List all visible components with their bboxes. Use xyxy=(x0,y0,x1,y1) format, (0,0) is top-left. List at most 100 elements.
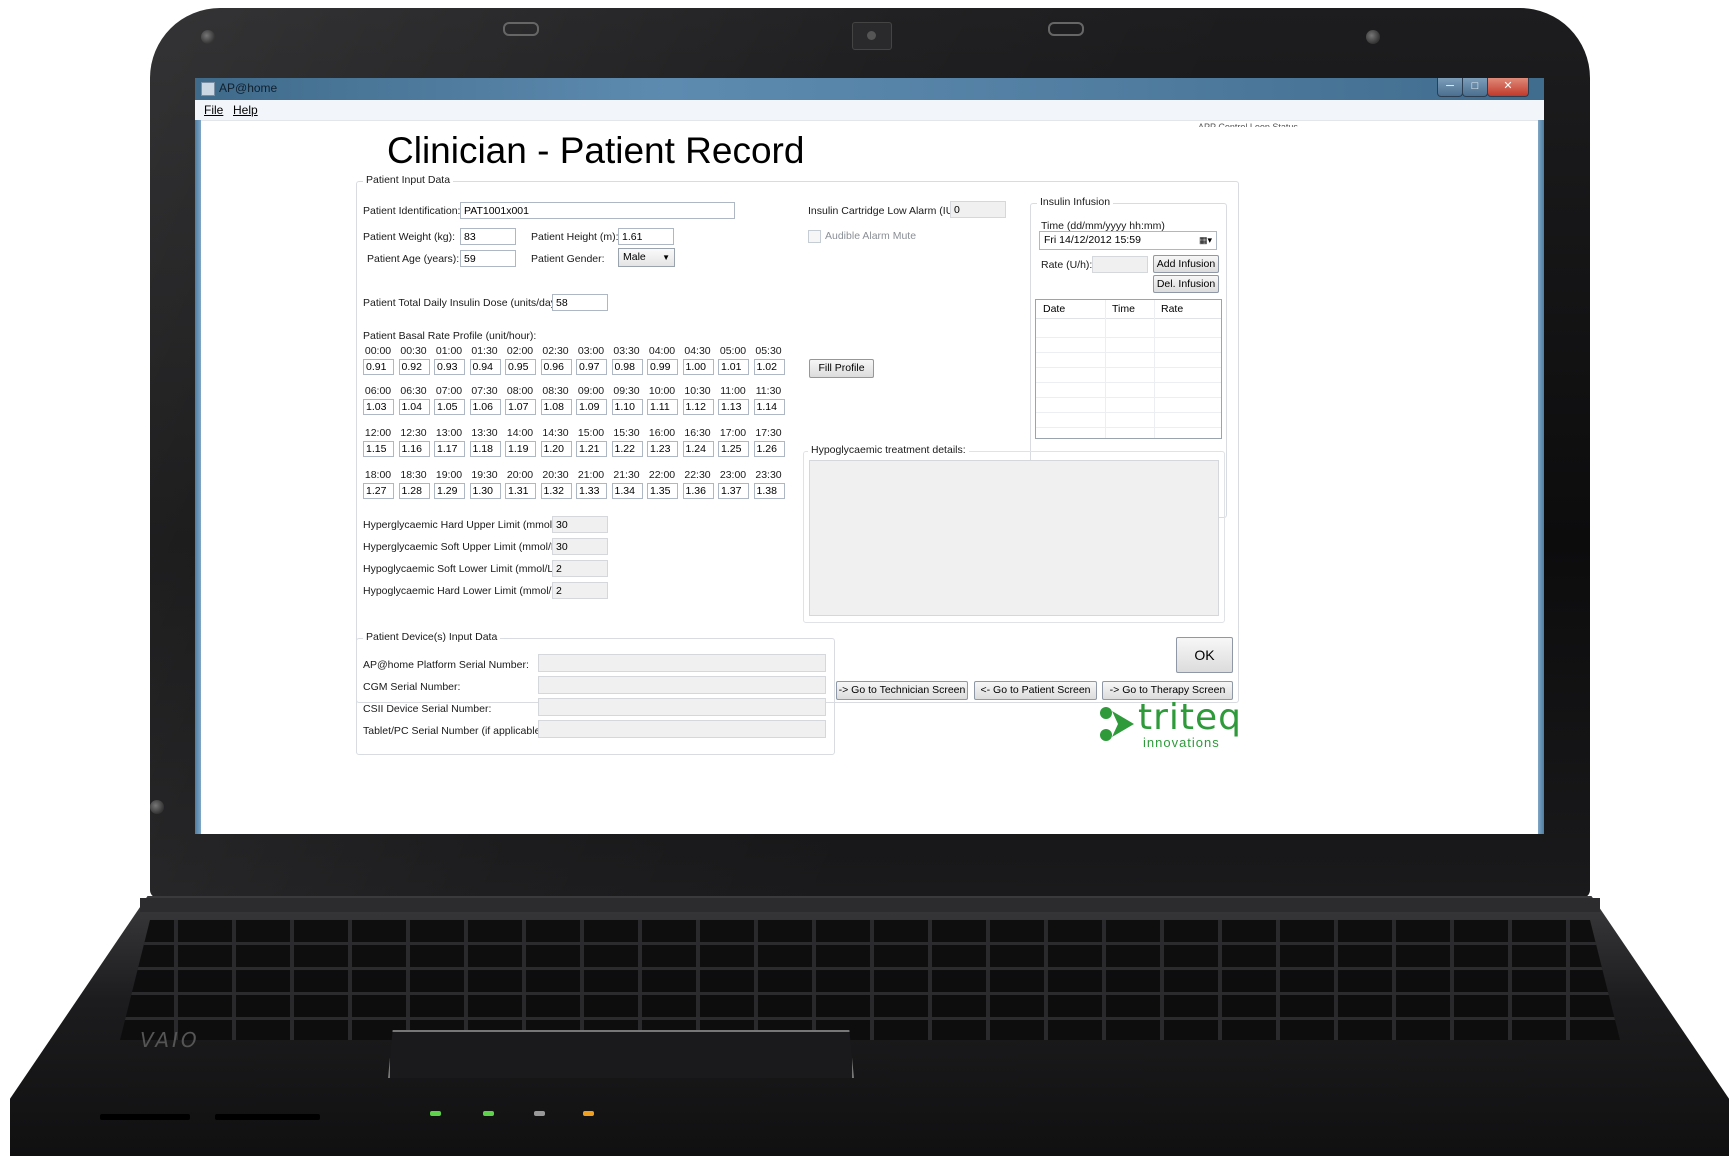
basal-rate-field[interactable]: 1.03 xyxy=(363,399,394,415)
basal-time-label: 21:00 xyxy=(577,469,605,481)
basal-rate-field[interactable]: 1.15 xyxy=(363,441,394,457)
basal-rate-field[interactable]: 1.28 xyxy=(398,483,430,499)
basal-rate-field[interactable]: 1.22 xyxy=(611,441,643,457)
basal-rate-field[interactable]: 1.06 xyxy=(469,399,501,415)
basal-rate-field[interactable]: 0.97 xyxy=(576,359,607,375)
basal-rate-field[interactable]: 1.35 xyxy=(647,483,678,499)
basal-rate-field[interactable]: 1.33 xyxy=(576,483,607,499)
basal-time-label: 06:30 xyxy=(400,385,427,397)
age-label: Patient Age (years): xyxy=(367,253,460,265)
basal-rate-field[interactable]: 1.16 xyxy=(398,441,430,457)
basal-rate-field[interactable]: 1.01 xyxy=(718,359,749,375)
column-rate: Rate xyxy=(1161,303,1184,315)
hypo-soft-field[interactable]: 2 xyxy=(552,560,608,577)
delete-infusion-button[interactable]: Del. Infusion xyxy=(1153,275,1219,293)
basal-rate-field[interactable]: 1.19 xyxy=(505,441,536,457)
basal-rate-field[interactable]: 0.91 xyxy=(363,359,394,375)
basal-rate-field[interactable]: 1.18 xyxy=(469,441,501,457)
basal-rate-field[interactable]: 1.09 xyxy=(576,399,607,415)
basal-time-label: 07:30 xyxy=(471,385,498,397)
basal-time-label: 03:30 xyxy=(613,345,640,357)
basal-rate-field[interactable]: 1.11 xyxy=(647,399,678,415)
patient-id-field[interactable]: PAT1001x001 xyxy=(460,202,735,219)
group-title: Patient Input Data xyxy=(363,174,454,186)
basal-rate-field[interactable]: 0.93 xyxy=(434,359,465,375)
basal-rate-field[interactable]: 1.26 xyxy=(753,441,785,457)
basal-rate-field[interactable]: 1.30 xyxy=(469,483,501,499)
basal-rate-field[interactable]: 1.38 xyxy=(753,483,785,499)
platform-serial-field[interactable] xyxy=(538,654,826,672)
platform-serial-label: AP@home Platform Serial Number: xyxy=(363,659,529,671)
calendar-icon: ▦▾ xyxy=(1198,235,1212,245)
app-window: AP@home ─ □ ✕ File Help APP Control Loop… xyxy=(195,78,1544,834)
basal-time-label: 10:00 xyxy=(648,385,676,397)
basal-rate-field[interactable]: 1.20 xyxy=(540,441,572,457)
basal-rate-field[interactable]: 1.14 xyxy=(753,399,785,415)
alarm-mute-checkbox[interactable] xyxy=(808,230,821,243)
gender-select[interactable]: Male ▼ xyxy=(618,248,675,267)
tablet-serial-field[interactable] xyxy=(538,720,826,738)
hypo-hard-field[interactable]: 2 xyxy=(552,582,608,599)
basal-rate-field[interactable]: 1.02 xyxy=(753,359,785,375)
hyper-soft-field[interactable]: 30 xyxy=(552,538,608,555)
hyper-hard-field[interactable]: 30 xyxy=(552,516,608,533)
infusion-table[interactable]: Date Time Rate xyxy=(1035,299,1222,439)
basal-rate-field[interactable]: 1.12 xyxy=(682,399,714,415)
go-to-patient-button[interactable]: <- Go to Patient Screen xyxy=(974,681,1097,700)
basal-rate-field[interactable]: 1.34 xyxy=(611,483,643,499)
basal-rate-field[interactable]: 1.32 xyxy=(540,483,572,499)
basal-rate-field[interactable]: 1.36 xyxy=(682,483,714,499)
hypo-treatment-textarea[interactable] xyxy=(809,460,1219,616)
basal-rate-field[interactable]: 1.23 xyxy=(647,441,678,457)
basal-rate-field[interactable]: 1.08 xyxy=(540,399,572,415)
basal-rate-field[interactable]: 1.25 xyxy=(718,441,749,457)
cgm-serial-field[interactable] xyxy=(538,676,826,694)
csii-serial-field[interactable] xyxy=(538,698,826,716)
basal-rate-field[interactable]: 0.98 xyxy=(611,359,643,375)
basal-rate-field[interactable]: 1.13 xyxy=(718,399,749,415)
basal-time-label: 05:30 xyxy=(755,345,782,357)
add-infusion-button[interactable]: Add Infusion xyxy=(1153,255,1219,273)
basal-rate-field[interactable]: 1.07 xyxy=(505,399,536,415)
weight-field[interactable]: 83 xyxy=(460,228,516,245)
basal-time-label: 00:30 xyxy=(400,345,427,357)
infusion-rate-field[interactable] xyxy=(1092,256,1148,273)
basal-rate-field[interactable]: 1.21 xyxy=(576,441,607,457)
basal-rate-field[interactable]: 1.27 xyxy=(363,483,394,499)
ok-button[interactable]: OK xyxy=(1176,637,1233,673)
basal-time-label: 15:00 xyxy=(577,427,605,439)
table-header: Date Time Rate xyxy=(1036,300,1221,319)
basal-rate-field[interactable]: 0.94 xyxy=(469,359,501,375)
fill-profile-button[interactable]: Fill Profile xyxy=(809,359,874,378)
basal-rate-field[interactable]: 0.96 xyxy=(540,359,572,375)
basal-rate-field[interactable]: 1.29 xyxy=(434,483,465,499)
go-to-technician-button[interactable]: -> Go to Technician Screen xyxy=(836,681,968,700)
basal-time-label: 08:30 xyxy=(542,385,569,397)
bezel-screw xyxy=(1366,30,1380,44)
basal-time-label: 21:30 xyxy=(613,469,640,481)
bezel-screw xyxy=(150,800,164,814)
infusion-time-picker[interactable]: Fri 14/12/2012 15:59 ▦▾ xyxy=(1039,231,1217,250)
weight-label: Patient Weight (kg): xyxy=(363,231,456,243)
basal-rate-field[interactable]: 1.24 xyxy=(682,441,714,457)
basal-time-label: 03:00 xyxy=(577,345,605,357)
basal-time-label: 09:30 xyxy=(613,385,640,397)
basal-time-label: 12:30 xyxy=(400,427,427,439)
basal-rate-field[interactable]: 0.99 xyxy=(647,359,678,375)
basal-rate-field[interactable]: 0.95 xyxy=(505,359,536,375)
basal-rate-field[interactable]: 1.17 xyxy=(434,441,465,457)
height-field[interactable]: 1.61 xyxy=(618,228,674,245)
basal-time-label: 23:30 xyxy=(755,469,782,481)
basal-rate-field[interactable]: 1.37 xyxy=(718,483,749,499)
tdd-field[interactable]: 58 xyxy=(552,294,608,311)
basal-rate-field[interactable]: 0.92 xyxy=(398,359,430,375)
basal-rate-field[interactable]: 1.04 xyxy=(398,399,430,415)
basal-rate-field[interactable]: 1.00 xyxy=(682,359,714,375)
age-field[interactable]: 59 xyxy=(460,250,516,267)
basal-rate-field[interactable]: 1.31 xyxy=(505,483,536,499)
basal-time-label: 13:00 xyxy=(435,427,463,439)
cartridge-alarm-field[interactable]: 0 xyxy=(950,201,1006,218)
basal-rate-field[interactable]: 1.10 xyxy=(611,399,643,415)
main-content: APP Control Loop Status Clinician - Pati… xyxy=(195,78,1544,834)
basal-rate-field[interactable]: 1.05 xyxy=(434,399,465,415)
